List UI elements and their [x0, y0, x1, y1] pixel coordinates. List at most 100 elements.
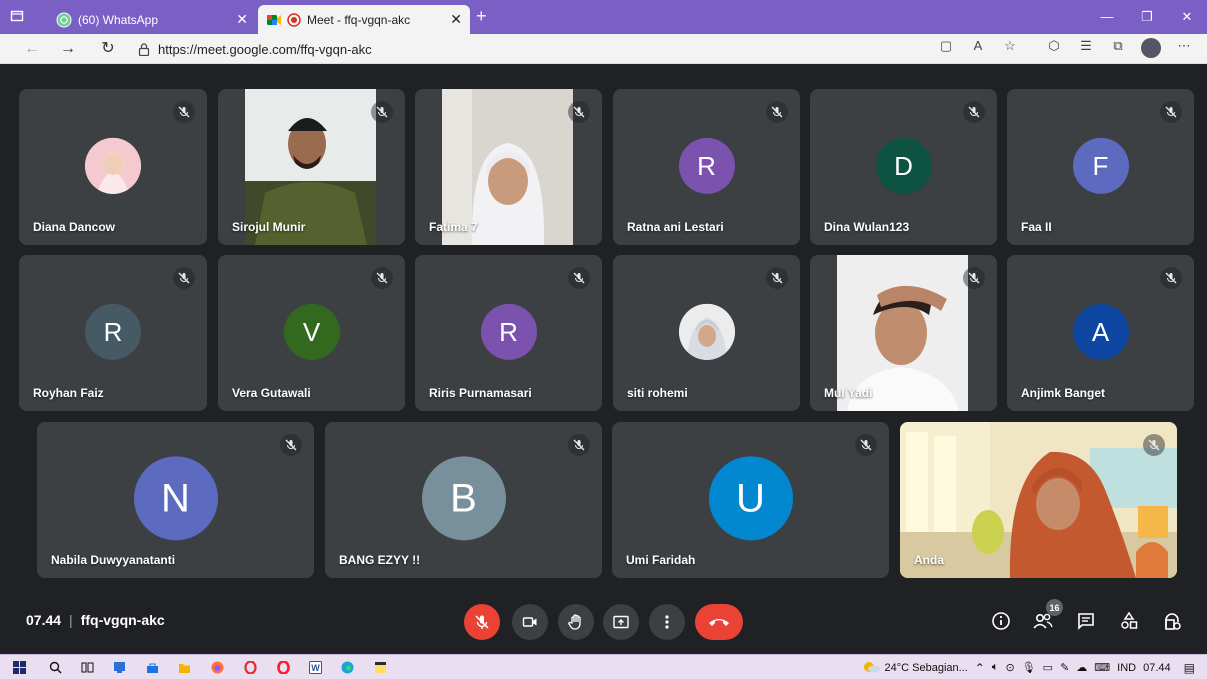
microphone-icon[interactable]: 🎙︎	[1022, 661, 1036, 674]
language-indicator[interactable]: IND	[1117, 662, 1136, 674]
tab-actions-icon[interactable]	[10, 9, 24, 23]
participant-tile[interactable]: B BANG EZYY !!	[325, 422, 602, 578]
add-favorite-icon[interactable]: ☆	[1001, 38, 1019, 58]
participant-tile[interactable]: R Ratna ani Lestari	[613, 89, 800, 245]
tab-whatsapp[interactable]: (60) WhatsApp ✕	[48, 5, 256, 34]
show-hidden-icons-icon[interactable]: ⌃	[975, 661, 985, 675]
close-tab-icon[interactable]: ✕	[450, 11, 462, 28]
new-tab-button[interactable]: +	[476, 6, 487, 27]
participant-tile[interactable]: Mul Yadi	[810, 255, 997, 411]
participant-tile[interactable]: R Royhan Faiz	[19, 255, 207, 411]
meeting-control-bar: 07.44 | ffq-vgqn-akc	[0, 596, 1207, 646]
close-window-icon[interactable]: ✕	[1167, 0, 1207, 34]
host-controls-button[interactable]	[1159, 608, 1185, 634]
participant-tile[interactable]: D Dina Wulan123	[810, 89, 997, 245]
muted-mic-icon	[371, 101, 393, 123]
participant-tile[interactable]: A Anjimk Banget	[1007, 255, 1194, 411]
whatsapp-icon	[56, 12, 72, 28]
info-icon	[992, 612, 1010, 630]
read-aloud-icon[interactable]: A	[969, 38, 987, 58]
google-meet-icon	[266, 13, 282, 27]
mic-off-button[interactable]	[464, 604, 500, 640]
search-icon[interactable]	[48, 660, 63, 675]
muted-mic-icon	[371, 267, 393, 289]
meeting-time: 07.44	[26, 612, 62, 628]
pen-icon[interactable]: ✎	[1060, 661, 1069, 674]
favorites-icon[interactable]: ☰	[1077, 38, 1095, 58]
activities-button[interactable]	[1116, 608, 1142, 634]
muted-mic-icon	[568, 101, 590, 123]
chat-button[interactable]	[1073, 608, 1099, 634]
weather-text[interactable]: 24°C Sebagian...	[885, 662, 968, 674]
battery-icon[interactable]: ▭	[1043, 661, 1053, 674]
participant-tile[interactable]: F Faa II	[1007, 89, 1194, 245]
raise-hand-button[interactable]	[558, 604, 594, 640]
store-icon[interactable]	[145, 660, 160, 675]
participant-avatar: D	[875, 137, 932, 194]
meeting-details-button[interactable]	[988, 608, 1014, 634]
profile-avatar[interactable]	[1141, 38, 1161, 58]
more-icon[interactable]: ⋯	[1175, 38, 1193, 58]
tab-meet[interactable]: Meet - ffq-vgqn-akc ✕	[258, 5, 470, 34]
activities-icon	[1121, 611, 1138, 629]
onedrive-icon[interactable]: ☁︎	[1076, 661, 1087, 674]
camera-permission-icon[interactable]: ▢	[937, 38, 955, 58]
participant-tile[interactable]: Sirojul Munir	[218, 89, 405, 245]
opera-gx-icon[interactable]	[243, 660, 258, 675]
clock[interactable]: 07.44	[1143, 662, 1171, 674]
present-icon	[613, 615, 629, 629]
muted-mic-icon	[963, 267, 985, 289]
participant-tile[interactable]: N Nabila Duwyyanatanti	[37, 422, 314, 578]
participant-tile[interactable]: Fatima 7	[415, 89, 602, 245]
windows-start-icon[interactable]	[12, 660, 27, 675]
tab-title: Meet - ffq-vgqn-akc	[307, 12, 411, 27]
muted-mic-icon	[280, 434, 302, 456]
camera-button[interactable]	[512, 604, 548, 640]
participant-tile[interactable]: U Umi Faridah	[612, 422, 889, 578]
participant-photo	[678, 303, 735, 360]
refresh-icon[interactable]: ↻	[96, 39, 120, 59]
firefox-icon[interactable]	[210, 660, 225, 675]
collections-icon[interactable]: ⧉	[1109, 38, 1127, 58]
forward-icon[interactable]: →	[56, 39, 80, 59]
participant-name: Diana Dancow	[33, 220, 116, 234]
opera-icon[interactable]	[276, 660, 291, 675]
restore-icon[interactable]: ❐	[1127, 0, 1167, 34]
minimize-icon[interactable]: —	[1087, 0, 1127, 34]
participant-tile[interactable]: Diana Dancow	[19, 89, 207, 245]
participant-tile[interactable]: V Vera Gutawali	[218, 255, 405, 411]
word-icon[interactable]: W	[308, 660, 323, 675]
participant-name: Nabila Duwyyanatanti	[51, 553, 176, 567]
extensions-icon[interactable]: ⬡	[1045, 38, 1063, 58]
volume-icon[interactable]: 🔈︎	[992, 661, 999, 674]
close-tab-icon[interactable]: ✕	[236, 11, 248, 28]
tab-title: (60) WhatsApp	[78, 12, 159, 27]
people-count-badge: 16	[1046, 599, 1063, 616]
edge-icon[interactable]	[340, 660, 355, 675]
participant-name: Sirojul Munir	[232, 220, 306, 234]
participant-name: Fatima 7	[429, 220, 478, 234]
lock-icon[interactable]	[138, 42, 150, 56]
notification-icon[interactable]: ▤	[1184, 661, 1195, 675]
muted-mic-icon	[766, 267, 788, 289]
system-tray: 24°C Sebagian... ⌃ 🔈︎ ⊙ 🎙︎ ▭ ✎ ☁︎ ⌨︎ IND…	[861, 655, 1195, 679]
participant-name: Umi Faridah	[626, 553, 696, 567]
participant-tile[interactable]: R Riris Purnamasari	[415, 255, 602, 411]
present-now-button[interactable]	[603, 604, 639, 640]
participant-tile[interactable]: siti rohemi	[613, 255, 800, 411]
app-icon[interactable]	[112, 660, 127, 675]
mic-off-icon	[475, 615, 489, 629]
sticky-notes-icon[interactable]	[373, 660, 388, 675]
weather-icon[interactable]	[861, 659, 881, 676]
file-explorer-icon[interactable]	[177, 660, 192, 675]
keyboard-icon[interactable]: ⌨︎	[1094, 661, 1110, 674]
task-view-icon[interactable]	[80, 660, 95, 675]
meeting-code: ffq-vgqn-akc	[80, 612, 165, 628]
back-icon[interactable]: ←	[20, 39, 44, 59]
leave-call-button[interactable]	[695, 604, 743, 640]
self-view-tile[interactable]: Anda	[900, 422, 1177, 578]
muted-mic-icon	[766, 101, 788, 123]
participant-avatar: V	[283, 303, 340, 360]
more-options-button[interactable]	[649, 604, 685, 640]
network-icon[interactable]: ⊙	[1005, 661, 1014, 674]
